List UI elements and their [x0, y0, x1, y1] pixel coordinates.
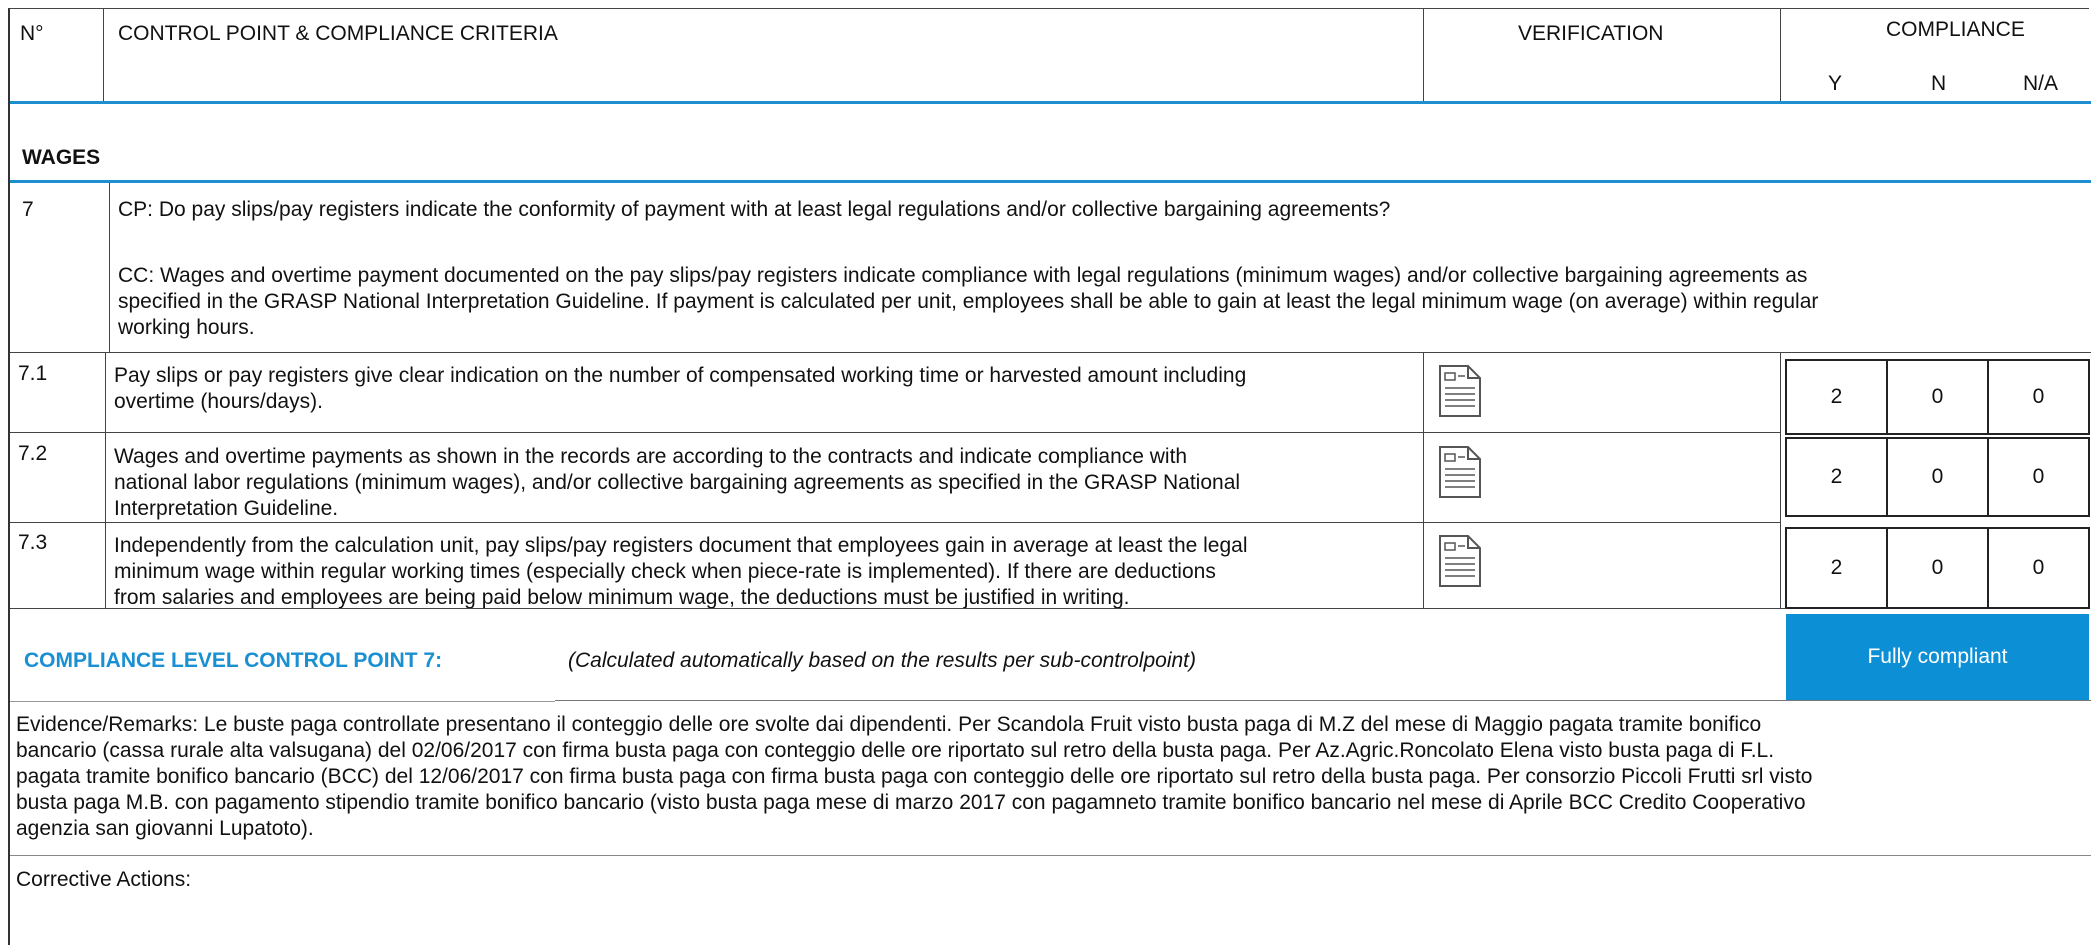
section-title: WAGES: [22, 146, 101, 169]
evidence-line: bancario (cassa rurale alta valsugana) d…: [16, 739, 1775, 762]
cp-number: 7: [22, 198, 34, 221]
compliance-status-badge: Fully compliant: [1786, 614, 2089, 700]
score-yes[interactable]: 2: [1785, 437, 1888, 517]
score-no[interactable]: 0: [1886, 437, 1989, 517]
row-separator: [10, 855, 2091, 856]
row-separator: [10, 701, 555, 702]
score-yes[interactable]: 2: [1785, 527, 1888, 609]
row-separator: [10, 432, 1780, 433]
row-description-line: Interpretation Guideline.: [114, 497, 339, 520]
score-yes[interactable]: 2: [1785, 359, 1888, 435]
compliance-scores: 2 0 0: [1785, 437, 2090, 517]
evidence-line: busta paga M.B. con pagamento stipendio …: [16, 791, 1806, 814]
header-no: N: [1931, 72, 1947, 95]
divider: [105, 352, 106, 608]
row-number: 7.1: [18, 362, 48, 385]
evidence-line: pagata tramite bonifico bancario (BCC) d…: [16, 765, 1813, 788]
header-verification: VERIFICATION: [1518, 22, 1664, 45]
score-na[interactable]: 0: [1987, 437, 2090, 517]
divider: [1423, 9, 1424, 101]
row-separator: [10, 352, 2091, 353]
row-description-line: national labor regulations (minimum wage…: [114, 471, 1241, 494]
score-na[interactable]: 0: [1987, 359, 2090, 435]
divider: [1780, 9, 1781, 101]
cp-criteria-line: specified in the GRASP National Interpre…: [118, 290, 1819, 313]
row-separator: [10, 522, 1780, 523]
row-description-line: Pay slips or pay registers give clear in…: [114, 364, 1247, 387]
row-description: Wages and overtime payments as shown in …: [114, 444, 1414, 522]
score-no[interactable]: 0: [1886, 359, 1989, 435]
checklist-document: N° CONTROL POINT & COMPLIANCE CRITERIA V…: [8, 8, 2091, 945]
score-no[interactable]: 0: [1886, 527, 1989, 609]
divider: [1423, 352, 1424, 608]
document-icon[interactable]: [1438, 534, 1482, 588]
cp-question: CP: Do pay slips/pay registers indicate …: [118, 198, 1391, 221]
evidence-line: Evidence/Remarks: Le buste paga controll…: [16, 713, 1762, 736]
score-na[interactable]: 0: [1987, 527, 2090, 609]
evidence-line: agenzia san giovanni Lupatoto).: [16, 817, 314, 840]
row-number: 7.2: [18, 442, 48, 465]
row-description-line: overtime (hours/days).: [114, 390, 323, 413]
cp-criteria-line: CC: Wages and overtime payment documente…: [118, 264, 1808, 287]
cp-criteria: CC: Wages and overtime payment documente…: [118, 263, 2078, 341]
header-separator: [10, 101, 2091, 104]
document-icon[interactable]: [1438, 445, 1482, 499]
header-number: N°: [20, 22, 44, 45]
row-description: Independently from the calculation unit,…: [114, 533, 1414, 611]
compliance-scores: 2 0 0: [1785, 359, 2090, 435]
row-separator: [10, 608, 1786, 609]
document-icon[interactable]: [1438, 364, 1482, 418]
header-compliance: COMPLIANCE: [1886, 18, 2025, 41]
row-number: 7.3: [18, 531, 48, 554]
cp-criteria-line: working hours.: [118, 316, 255, 339]
header-control-point: CONTROL POINT & COMPLIANCE CRITERIA: [118, 22, 558, 45]
evidence-remarks: Evidence/Remarks: Le buste paga controll…: [16, 712, 2086, 842]
divider: [1780, 352, 1781, 608]
row-description-line: Wages and overtime payments as shown in …: [114, 445, 1188, 468]
row-description: Pay slips or pay registers give clear in…: [114, 363, 1414, 415]
corrective-actions-label: Corrective Actions:: [16, 868, 192, 891]
section-separator: [10, 180, 2091, 183]
divider: [109, 183, 110, 352]
header-yes: Y: [1828, 72, 1843, 95]
divider: [103, 9, 104, 101]
row-separator: [555, 700, 2091, 701]
row-description-line: minimum wage within regular working time…: [114, 560, 1216, 583]
compliance-scores: 2 0 0: [1785, 527, 2090, 609]
header-na: N/A: [2023, 72, 2059, 95]
row-description-line: Independently from the calculation unit,…: [114, 534, 1248, 557]
compliance-level-label: COMPLIANCE LEVEL CONTROL POINT 7:: [24, 649, 443, 672]
compliance-level-note: (Calculated automatically based on the r…: [568, 649, 1197, 672]
